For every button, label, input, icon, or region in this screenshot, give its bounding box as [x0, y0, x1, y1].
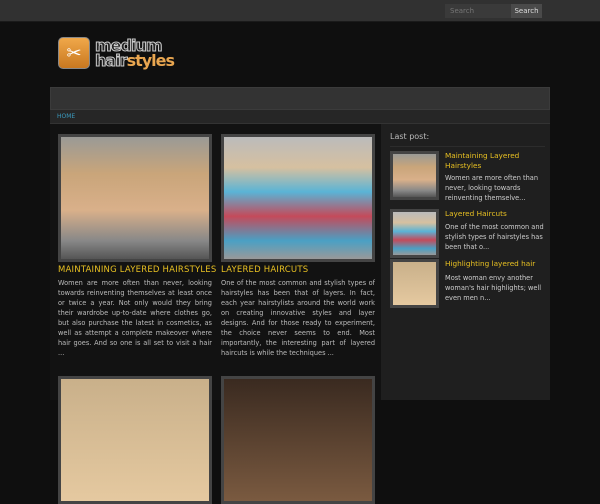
post-excerpt: One of the most common and stylish types… [221, 279, 375, 357]
sidebar-thumb[interactable] [390, 209, 439, 258]
sidebar-heading: Last post: [390, 132, 430, 141]
post-card [58, 376, 212, 504]
scissors-icon: ✂ [58, 37, 90, 69]
post-image[interactable] [58, 134, 212, 262]
sidebar-post-title[interactable]: Highlighting layered hair [445, 259, 545, 269]
sidebar-post-excerpt: Women are more often than never, looking… [445, 174, 538, 202]
sidebar-thumb[interactable] [390, 259, 439, 308]
post-image[interactable] [221, 134, 375, 262]
post-title[interactable]: LAYERED HAIRCUTS [221, 265, 375, 275]
post-title[interactable]: MAINTAINING LAYERED HAIRSTYLES [58, 265, 216, 275]
sidebar-post-excerpt: Most woman envy another woman's hair hig… [445, 274, 542, 302]
logo-text-styles: styles [126, 51, 175, 70]
sidebar-post-title[interactable]: Maintaining Layered Hairstyles [445, 151, 545, 171]
post-card: MAINTAINING LAYERED HAIRSTYLES Women are… [58, 134, 216, 358]
breadcrumb-home-link[interactable]: HOME [57, 113, 75, 120]
breadcrumb: HOME [50, 110, 550, 124]
top-bar: Search [0, 0, 600, 22]
post-image[interactable] [221, 376, 375, 504]
sidebar-post-title[interactable]: Layered Haircuts [445, 209, 545, 219]
sidebar-post-excerpt: One of the most common and stylish types… [445, 223, 544, 251]
search-input[interactable] [445, 4, 511, 18]
post-card: LAYERED HAIRCUTS One of the most common … [221, 134, 375, 358]
main-nav [50, 87, 550, 110]
sidebar-thumb[interactable] [390, 151, 439, 200]
site-logo[interactable]: ✂ medium hairstyles [58, 37, 175, 70]
divider [390, 146, 545, 147]
main-content: MAINTAINING LAYERED HAIRSTYLES Women are… [50, 124, 381, 504]
search-button[interactable]: Search [511, 4, 542, 18]
post-card [221, 376, 375, 504]
post-image[interactable] [58, 376, 212, 504]
post-excerpt: Women are more often than never, looking… [58, 279, 212, 357]
sidebar: Last post: Maintaining Layered Hairstyle… [381, 124, 550, 400]
logo-text-hair: hair [95, 51, 129, 70]
